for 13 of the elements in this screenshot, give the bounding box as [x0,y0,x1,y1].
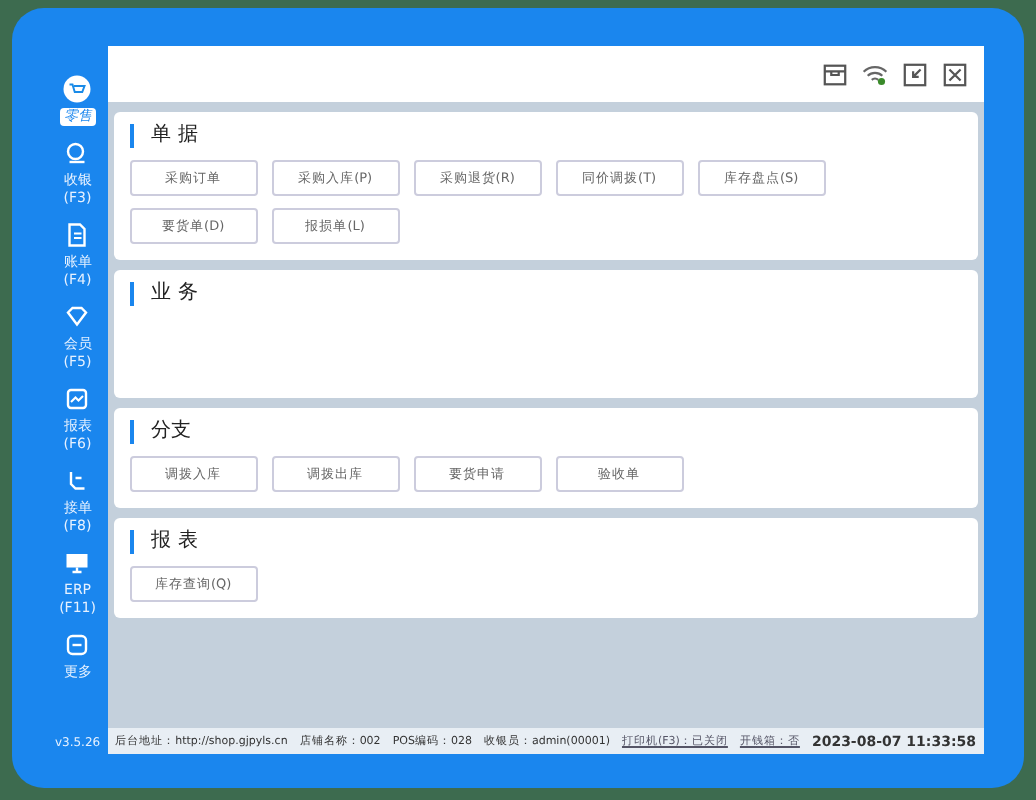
more-icon[interactable] [62,630,93,660]
wifi-icon[interactable] [862,61,888,87]
store-icon[interactable] [822,61,848,87]
section-title: 单 据 [129,124,962,148]
section-title: 报 表 [129,530,962,554]
section-title: 分支 [129,420,962,444]
cart-icon[interactable] [62,74,93,104]
section-title: 业 务 [129,282,962,306]
close-icon[interactable] [942,61,968,87]
monitor-icon[interactable] [62,548,93,578]
shrink-icon[interactable] [902,61,928,87]
chart-icon[interactable] [62,384,93,414]
diamond-icon[interactable] [62,302,93,332]
